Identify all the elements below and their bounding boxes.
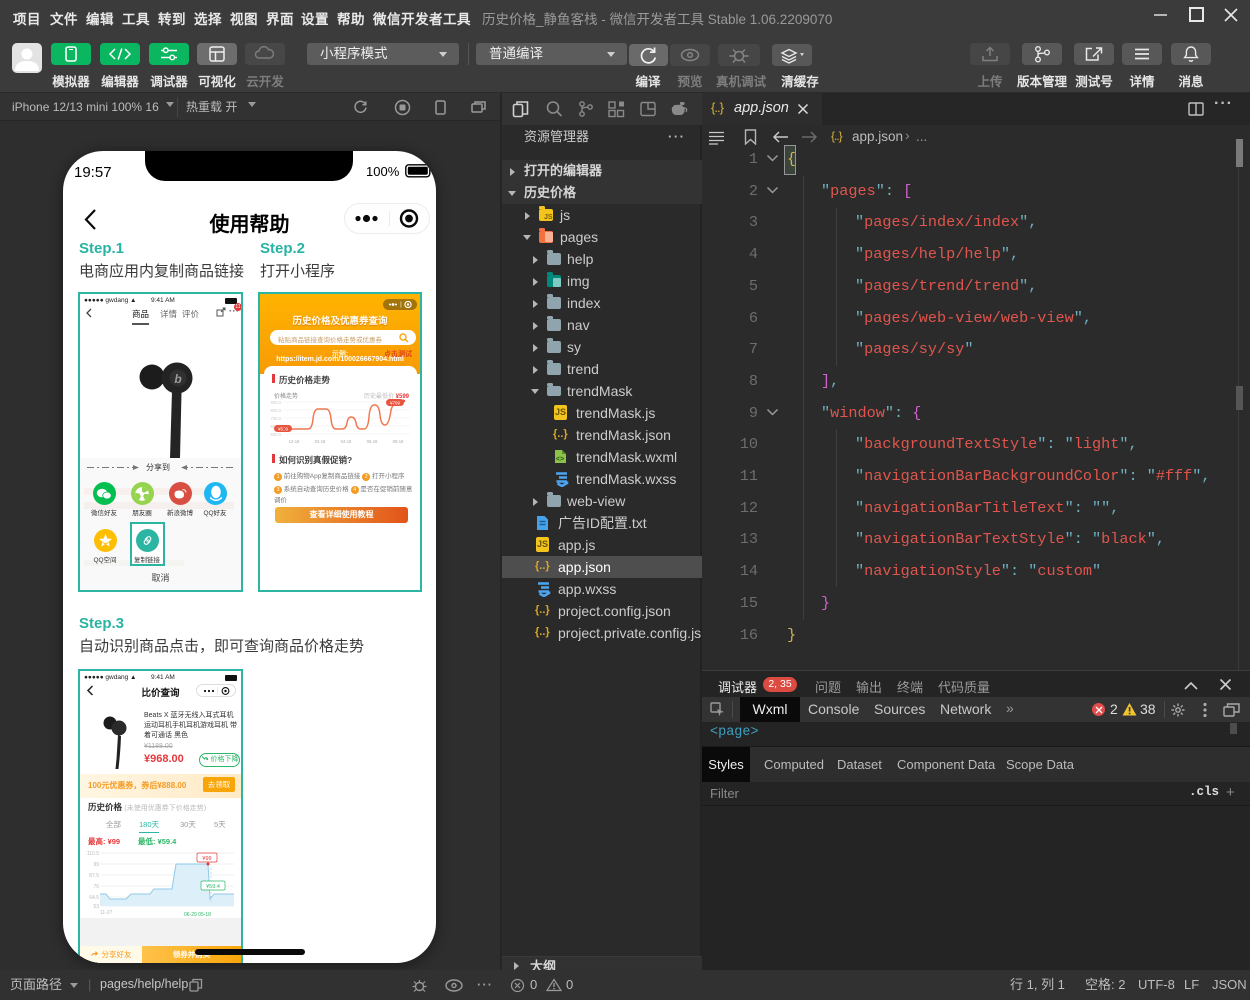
- svg-text:¥59.4: ¥59.4: [206, 884, 220, 890]
- svg-text:02-18: 02-18: [315, 439, 326, 444]
- svg-text:b: b: [174, 372, 181, 386]
- svg-text:53: 53: [93, 904, 99, 910]
- svg-text:¥99: ¥99: [202, 856, 211, 862]
- svg-text:06-18: 06-18: [367, 439, 378, 444]
- svg-text:99: 99: [93, 862, 99, 868]
- svg-text:¥799: ¥799: [390, 400, 401, 405]
- svg-text:64.5: 64.5: [89, 895, 99, 901]
- svg-text:87.5: 87.5: [89, 873, 99, 879]
- svg-text:110.5: 110.5: [87, 851, 99, 857]
- svg-text:08-18: 08-18: [393, 439, 404, 444]
- svg-text:700.0: 700.0: [271, 416, 282, 421]
- svg-text:500.0: 500.0: [271, 432, 282, 437]
- svg-text:900.0: 900.0: [271, 400, 282, 405]
- svg-text:<>: <>: [556, 456, 564, 463]
- svg-text:76: 76: [93, 884, 99, 890]
- svg-text:800.0: 800.0: [271, 408, 282, 413]
- svg-text:12-18: 12-18: [289, 439, 300, 444]
- svg-text:11-27: 11-27: [100, 910, 113, 916]
- svg-text:04-18: 04-18: [341, 439, 352, 444]
